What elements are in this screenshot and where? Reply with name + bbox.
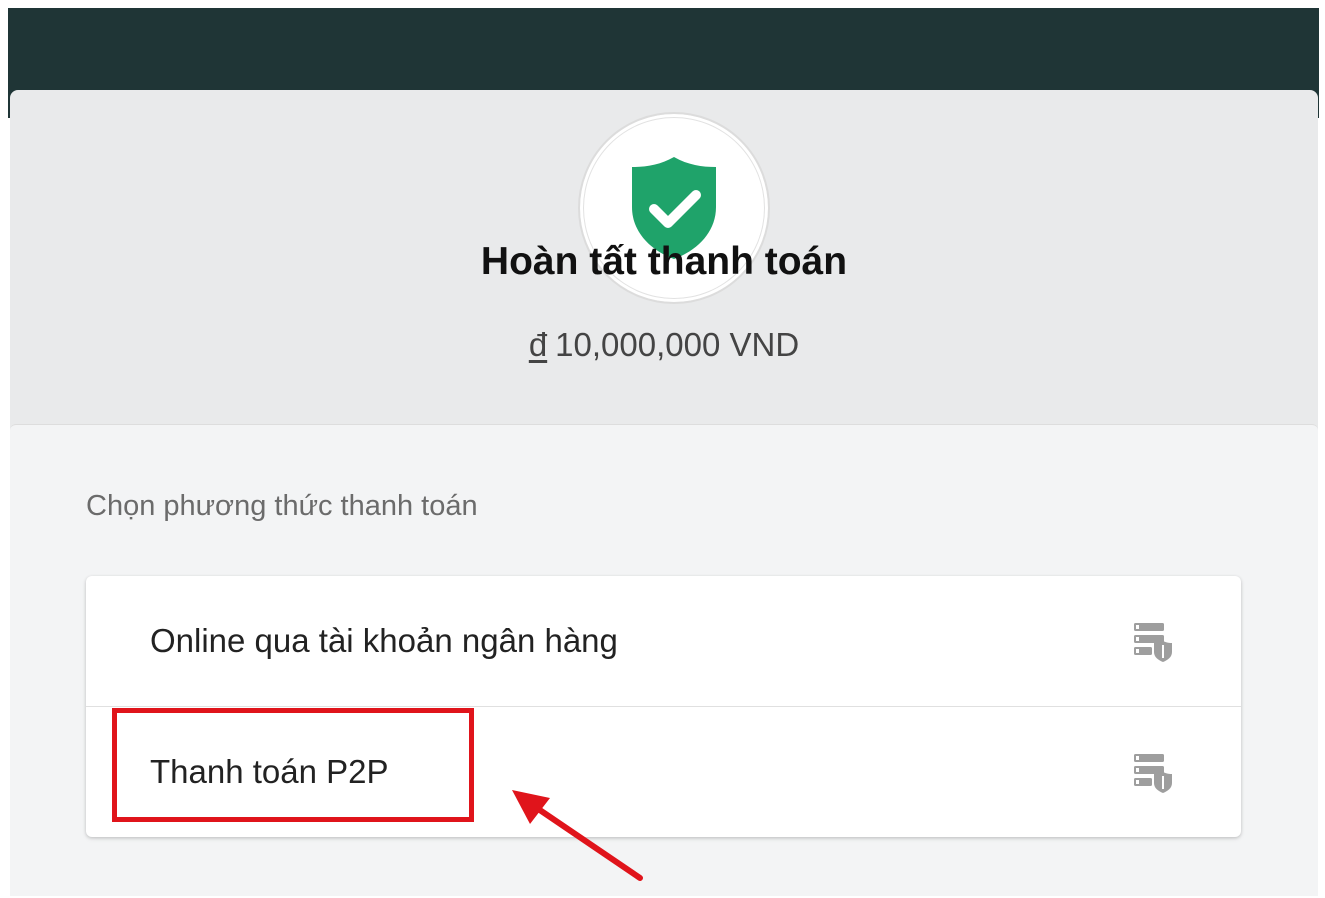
server-shield-icon bbox=[1134, 754, 1172, 793]
annotation-arrow-icon bbox=[512, 790, 643, 881]
method-bank-online[interactable]: Online qua tài khoản ngân hàng bbox=[86, 576, 1241, 707]
method-label: Online qua tài khoản ngân hàng bbox=[150, 622, 618, 659]
server-shield-icon bbox=[1134, 623, 1172, 662]
currency-symbol: đ bbox=[528, 326, 548, 363]
page-title: Hoàn tất thanh toán bbox=[480, 240, 848, 283]
payment-amount: đ 10,000,000 VND bbox=[10, 326, 1318, 364]
highlight-annotation-box bbox=[112, 708, 474, 822]
amount-value: 10,000,000 VND bbox=[555, 326, 800, 363]
section-label: Chọn phương thức thanh toán bbox=[86, 490, 478, 522]
